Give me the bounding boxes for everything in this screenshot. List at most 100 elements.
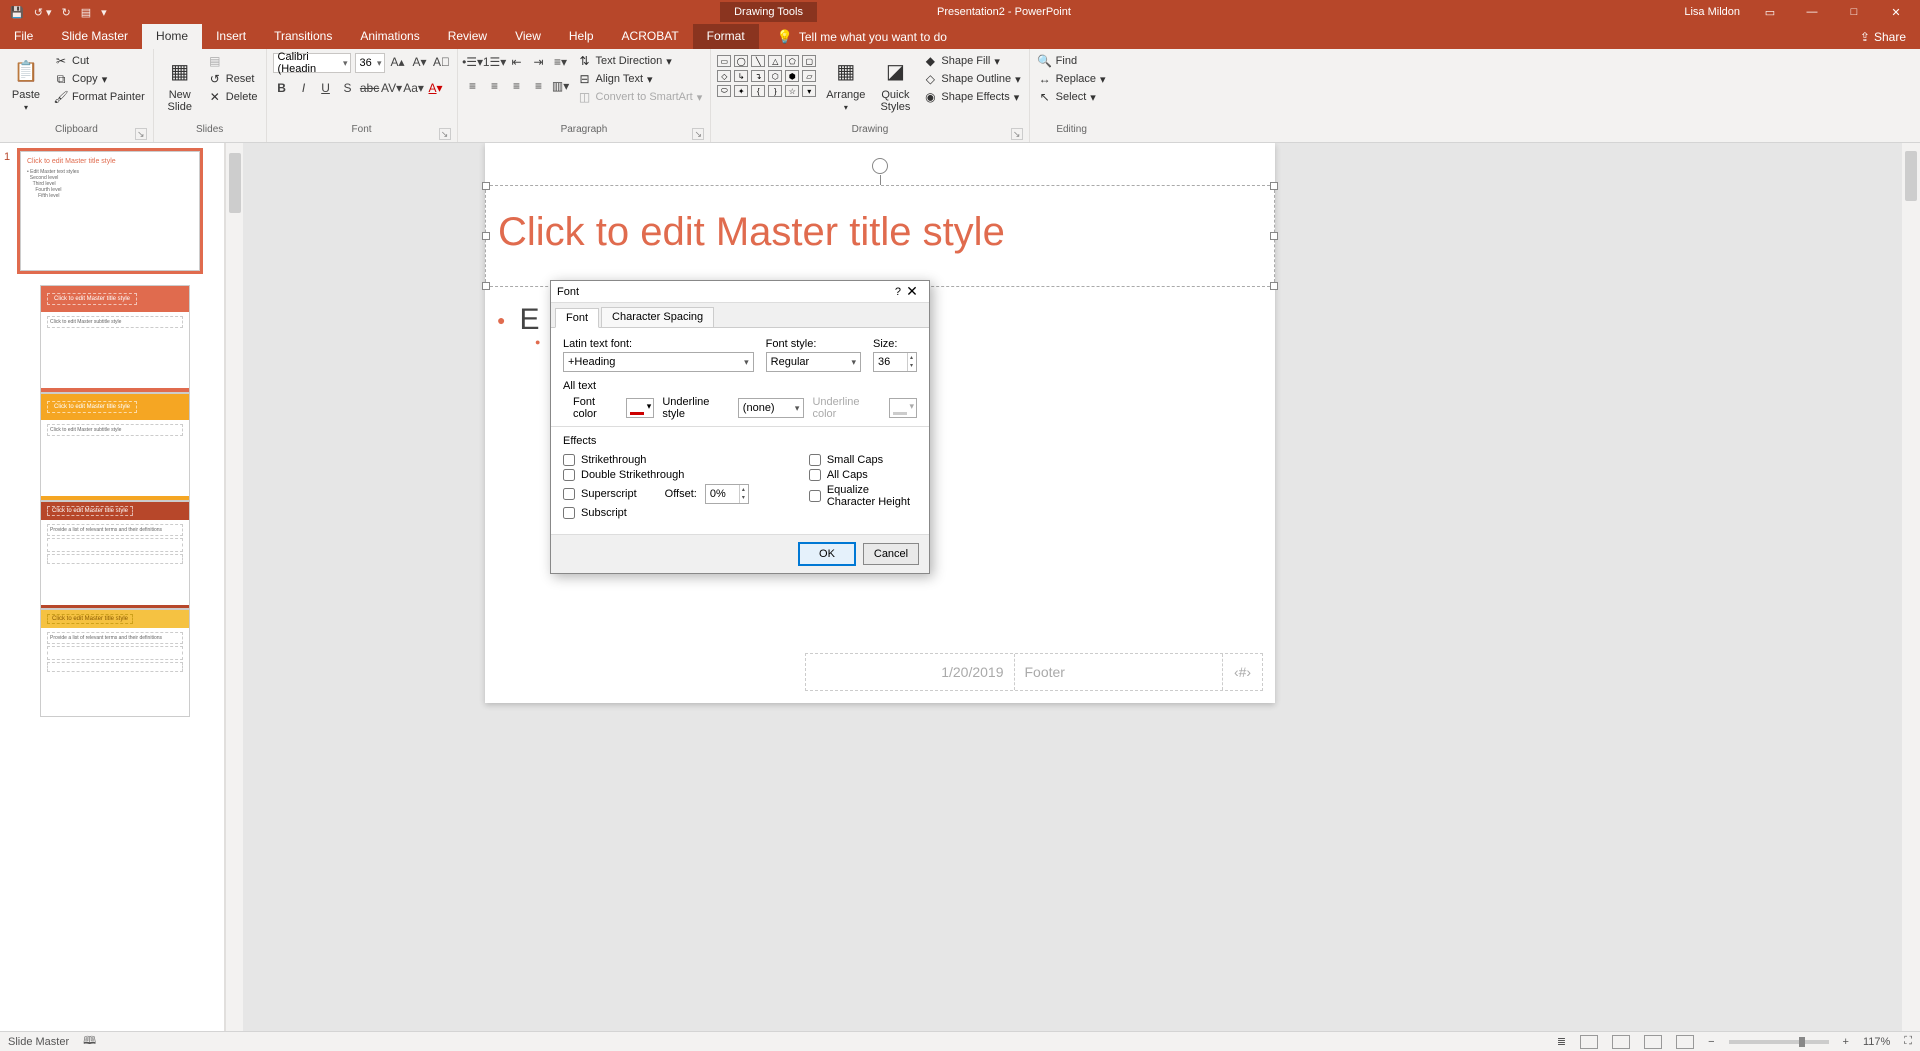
strikethrough-icon[interactable]: abc: [361, 79, 379, 97]
arrange-button[interactable]: ▦Arrange▾: [822, 53, 869, 114]
fit-to-window-icon[interactable]: ⛶: [1904, 1035, 1912, 1048]
quick-styles-button[interactable]: ◪Quick Styles: [875, 53, 915, 115]
decrease-indent-icon[interactable]: ⇤: [508, 53, 526, 71]
thumbnail-layout[interactable]: Click to edit Master title style Click t…: [40, 285, 190, 393]
bold-icon[interactable]: B: [273, 79, 291, 97]
line-spacing-icon[interactable]: ≡▾: [552, 53, 570, 71]
tab-home[interactable]: Home: [142, 24, 202, 49]
start-from-beginning-icon[interactable]: ▤: [81, 6, 91, 19]
font-size-combo[interactable]: 36: [355, 53, 385, 73]
dialog-tab-spacing[interactable]: Character Spacing: [601, 307, 714, 327]
bullets-icon[interactable]: •☰▾: [464, 53, 482, 71]
tell-me-search[interactable]: 💡 Tell me what you want to do: [759, 24, 947, 49]
notes-button[interactable]: ≣: [1557, 1035, 1566, 1048]
tab-file[interactable]: File: [0, 24, 47, 49]
new-slide-button[interactable]: ▦ New Slide: [160, 53, 200, 115]
subscript-checkbox[interactable]: Subscript: [563, 507, 749, 519]
resize-handle[interactable]: [482, 232, 490, 240]
strikethrough-checkbox[interactable]: Strikethrough: [563, 454, 749, 466]
character-spacing-icon[interactable]: AV▾: [383, 79, 401, 97]
cancel-button[interactable]: Cancel: [863, 543, 919, 565]
select-button[interactable]: ↖Select ▾: [1036, 89, 1108, 105]
ribbon-options-icon[interactable]: ▭: [1758, 6, 1782, 19]
align-left-icon[interactable]: ≡: [464, 77, 482, 95]
dialog-launcher-icon[interactable]: ↘: [692, 128, 704, 140]
resize-handle[interactable]: [1270, 232, 1278, 240]
resize-handle[interactable]: [1270, 282, 1278, 290]
underline-icon[interactable]: U: [317, 79, 335, 97]
equalize-checkbox[interactable]: Equalize Character Height: [809, 484, 917, 508]
format-painter-button[interactable]: 🖌Format Painter: [52, 89, 147, 105]
reading-view-icon[interactable]: [1644, 1035, 1662, 1049]
dialog-tab-font[interactable]: Font: [555, 308, 599, 328]
clear-formatting-icon[interactable]: A⃫: [433, 53, 451, 71]
zoom-in-icon[interactable]: +: [1843, 1036, 1849, 1048]
change-case-icon[interactable]: Aa▾: [405, 79, 423, 97]
copy-button[interactable]: ⧉Copy ▾: [52, 71, 147, 87]
numbering-icon[interactable]: 1☰▾: [486, 53, 504, 71]
thumbnails-scrollbar[interactable]: [225, 143, 243, 1031]
normal-view-icon[interactable]: [1580, 1035, 1598, 1049]
tab-format[interactable]: Format: [693, 24, 759, 49]
thumbnail-layout[interactable]: Click to edit Master title style Click t…: [40, 393, 190, 501]
tab-view[interactable]: View: [501, 24, 555, 49]
editor-scrollbar[interactable]: [1902, 143, 1920, 1031]
tab-insert[interactable]: Insert: [202, 24, 260, 49]
rotation-handle-icon[interactable]: [872, 158, 888, 174]
cut-button[interactable]: ✂Cut: [52, 53, 147, 69]
resize-handle[interactable]: [482, 182, 490, 190]
shadow-icon[interactable]: S: [339, 79, 357, 97]
decrease-font-icon[interactable]: A▾: [411, 53, 429, 71]
align-center-icon[interactable]: ≡: [486, 77, 504, 95]
share-button[interactable]: ⇪ Share: [1846, 24, 1920, 49]
double-strikethrough-checkbox[interactable]: Double Strikethrough: [563, 469, 749, 481]
footer-placeholder[interactable]: Footer: [1014, 654, 1223, 690]
close-icon[interactable]: ✕: [1884, 6, 1908, 19]
maximize-icon[interactable]: □: [1842, 6, 1866, 18]
align-text-button[interactable]: ⊟Align Text ▾: [576, 71, 705, 87]
minimize-icon[interactable]: —: [1800, 6, 1824, 18]
zoom-level[interactable]: 117%: [1863, 1036, 1890, 1048]
ok-button[interactable]: OK: [799, 543, 855, 565]
size-spinner[interactable]: 36: [873, 352, 917, 372]
save-icon[interactable]: 💾: [10, 6, 24, 19]
offset-spinner[interactable]: 0%: [705, 484, 749, 504]
undo-icon[interactable]: ↺ ▾: [34, 6, 52, 19]
small-caps-checkbox[interactable]: Small Caps: [809, 454, 917, 466]
thumbnail-layout[interactable]: Click to edit Master title style Provide…: [40, 609, 190, 717]
shape-effects-button[interactable]: ◉Shape Effects ▾: [921, 89, 1022, 105]
increase-font-icon[interactable]: A▴: [389, 53, 407, 71]
slide-number-placeholder[interactable]: ‹#›: [1222, 654, 1262, 690]
font-color-picker[interactable]: [626, 398, 654, 418]
title-placeholder[interactable]: Click to edit Master title style: [485, 185, 1275, 287]
paste-button[interactable]: 📋 Paste ▾: [6, 53, 46, 114]
increase-indent-icon[interactable]: ⇥: [530, 53, 548, 71]
close-icon[interactable]: ✕: [901, 283, 923, 300]
resize-handle[interactable]: [1270, 182, 1278, 190]
superscript-checkbox[interactable]: Superscript: [563, 488, 637, 500]
accessibility-icon[interactable]: 🕮: [83, 1032, 96, 1051]
shape-outline-button[interactable]: ◇Shape Outline ▾: [921, 71, 1022, 87]
align-right-icon[interactable]: ≡: [508, 77, 526, 95]
redo-icon[interactable]: ↻: [62, 6, 71, 19]
justify-icon[interactable]: ≡: [530, 77, 548, 95]
tab-review[interactable]: Review: [434, 24, 501, 49]
dialog-launcher-icon[interactable]: ↘: [1011, 128, 1023, 140]
find-button[interactable]: 🔍Find: [1036, 53, 1108, 69]
replace-button[interactable]: ↔Replace ▾: [1036, 71, 1108, 87]
user-name[interactable]: Lisa Mildon: [1684, 6, 1740, 18]
font-name-combo[interactable]: Calibri (Headin: [273, 53, 351, 73]
thumbnail-layout[interactable]: Click to edit Master title style Provide…: [40, 501, 190, 609]
tab-transitions[interactable]: Transitions: [260, 24, 346, 49]
italic-icon[interactable]: I: [295, 79, 313, 97]
tab-acrobat[interactable]: ACROBAT: [608, 24, 693, 49]
shapes-gallery[interactable]: ▭◯╲△⬠▢ ◇↳↴⬡⬢▱ ⬭✦{}☆▾: [717, 53, 816, 97]
underline-style-combo[interactable]: (none): [738, 398, 805, 418]
date-placeholder[interactable]: 1/20/2019: [806, 654, 1014, 690]
dialog-launcher-icon[interactable]: ↘: [135, 128, 147, 140]
shape-fill-button[interactable]: ◆Shape Fill ▾: [921, 53, 1022, 69]
tab-slide-master[interactable]: Slide Master: [47, 24, 142, 49]
sorter-view-icon[interactable]: [1612, 1035, 1630, 1049]
dialog-launcher-icon[interactable]: ↘: [439, 128, 451, 140]
latin-font-combo[interactable]: +Heading: [563, 352, 754, 372]
